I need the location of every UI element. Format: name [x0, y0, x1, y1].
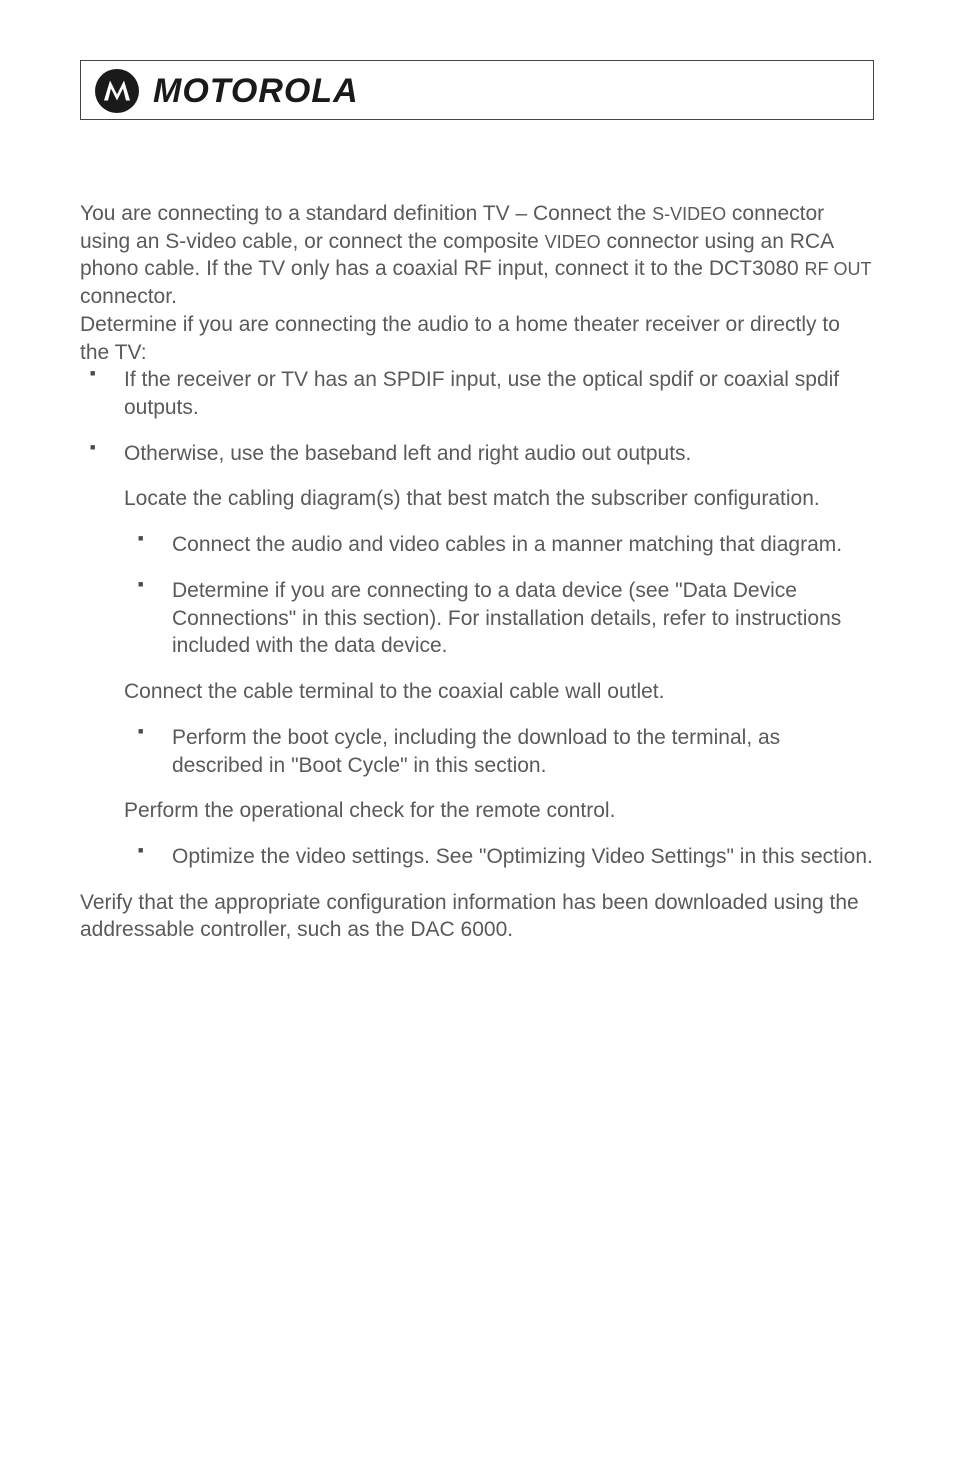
brand-text: MOTOROLA [153, 72, 359, 111]
paragraph-locate: Locate the cabling diagram(s) that best … [124, 485, 874, 513]
list-item: Otherwise, use the baseband left and rig… [80, 440, 874, 871]
connect-bullet-list: Perform the boot cycle, including the do… [124, 724, 874, 779]
bullet-text: Optimize the video settings. See "Optimi… [172, 845, 873, 868]
list-item: Optimize the video settings. See "Optimi… [124, 843, 874, 871]
bullet-text: Otherwise, use the baseband left and rig… [124, 442, 691, 465]
p1-smallcaps-1: S-VIDEO [652, 204, 726, 224]
p1-text-4: connector. [80, 285, 177, 308]
body-content: You are connecting to a standard definit… [80, 200, 874, 944]
list-item: If the receiver or TV has an SPDIF input… [80, 366, 874, 421]
p1-smallcaps-3: RF OUT [805, 259, 872, 279]
bullet-text: If the receiver or TV has an SPDIF input… [124, 368, 839, 419]
page: MOTOROLA You are connecting to a standar… [0, 0, 954, 1475]
list-item: Connect the audio and video cables in a … [124, 531, 874, 559]
paragraph-connect: Connect the cable terminal to the coaxia… [124, 678, 874, 706]
paragraph-1: You are connecting to a standard definit… [80, 200, 874, 311]
bullet-text: Perform the boot cycle, including the do… [172, 726, 780, 777]
bullet-text: Connect the audio and video cables in a … [172, 533, 842, 556]
list-item: Perform the boot cycle, including the do… [124, 724, 874, 779]
header-box: MOTOROLA [80, 60, 874, 120]
list-item: Determine if you are connecting to a dat… [124, 577, 874, 660]
bullet-text: Determine if you are connecting to a dat… [172, 579, 841, 657]
perform-bullet-list: Optimize the video settings. See "Optimi… [124, 843, 874, 871]
locate-bullet-list: Connect the audio and video cables in a … [124, 531, 874, 660]
motorola-logo-icon [95, 69, 139, 113]
paragraph-verify: Verify that the appropriate configuratio… [80, 889, 874, 944]
top-bullet-list: If the receiver or TV has an SPDIF input… [80, 366, 874, 870]
paragraph-2: Determine if you are connecting the audi… [80, 311, 874, 366]
p1-text-1: You are connecting to a standard definit… [80, 202, 652, 225]
p1-smallcaps-2: VIDEO [545, 232, 601, 252]
paragraph-perform: Perform the operational check for the re… [124, 797, 874, 825]
logo-m-svg [102, 79, 132, 103]
